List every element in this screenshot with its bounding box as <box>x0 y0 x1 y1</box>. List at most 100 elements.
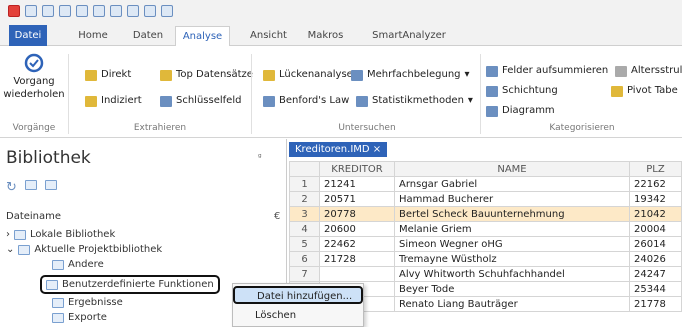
expand-icon[interactable]: › <box>6 228 10 241</box>
table-cell[interactable]: Bertel Scheck Bauunternehmung <box>394 206 630 222</box>
table-cell[interactable]: 22462 <box>319 236 395 252</box>
tree-item-results[interactable]: Ergebnisse <box>52 296 123 309</box>
direct-extract-button[interactable]: Direkt <box>85 68 131 82</box>
column-header-name[interactable]: NAME <box>394 161 630 177</box>
tree-item-exports[interactable]: Exporte <box>52 311 107 324</box>
table-cell[interactable]: Renato Liang Bauträger <box>394 296 630 312</box>
ribbon-separator <box>480 54 481 134</box>
stratify-button[interactable]: Schichtung <box>486 84 558 98</box>
open-library-icon[interactable] <box>44 180 57 190</box>
row-number-cell[interactable]: 6 <box>289 251 320 267</box>
table-row[interactable]: 3 20778 Bertel Scheck Bauunternehmung 21042 <box>289 206 682 222</box>
table-cell[interactable]: 19342 <box>629 191 682 207</box>
table-icon[interactable] <box>110 5 122 17</box>
statistics-button[interactable]: Statistikmethoden ▾ <box>356 94 473 108</box>
row-number-cell[interactable]: 7 <box>289 266 320 282</box>
table-cell[interactable]: Simeon Wegner oHG <box>394 236 630 252</box>
table-cell[interactable]: 21042 <box>629 206 682 222</box>
tab-data[interactable]: Daten <box>129 26 167 46</box>
undo-icon[interactable] <box>42 5 54 17</box>
table-cell[interactable]: 25344 <box>629 281 682 297</box>
table-cell[interactable]: 20778 <box>319 206 395 222</box>
indexed-extract-button[interactable]: Indiziert <box>85 94 142 108</box>
settings-icon[interactable] <box>161 5 173 17</box>
chart-icon[interactable] <box>127 5 139 17</box>
table-cell[interactable]: 24026 <box>629 251 682 267</box>
folder-icon <box>52 312 64 323</box>
export-icon[interactable] <box>93 5 105 17</box>
tree-item-current[interactable]: ⌄ Aktuelle Projektbibliothek <box>6 243 162 256</box>
pivot-button[interactable]: Pivot Tabe <box>611 84 678 98</box>
chart-button[interactable]: Diagramm <box>486 104 555 118</box>
close-icon[interactable]: × <box>373 144 381 155</box>
table-cell[interactable]: 20600 <box>319 221 395 237</box>
column-header-kreditor[interactable]: KREDITOR <box>319 161 395 177</box>
column-header-plz[interactable]: PLZ <box>629 161 682 177</box>
summarize-button[interactable]: Felder aufsummieren <box>486 64 608 78</box>
new-icon[interactable] <box>25 5 37 17</box>
row-number-cell[interactable]: 4 <box>289 221 320 237</box>
sort-icon[interactable] <box>144 5 156 17</box>
row-number-cell[interactable]: 5 <box>289 236 320 252</box>
repeat-label: Vorgang <box>13 76 55 87</box>
add-library-icon[interactable] <box>24 180 37 190</box>
table-cell[interactable] <box>319 266 395 282</box>
tab-file[interactable]: Datei <box>9 25 47 46</box>
tab-smartanalyzer[interactable]: SmartAnalyzer <box>365 26 453 46</box>
tab-view[interactable]: Ansicht <box>246 26 291 46</box>
tab-analysis[interactable]: Analyse <box>175 26 230 47</box>
table-cell[interactable]: Melanie Griem <box>394 221 630 237</box>
tree-item-udf[interactable]: Benutzerdefinierte Funktionen <box>40 275 220 294</box>
table-cell[interactable]: 21778 <box>629 296 682 312</box>
gap-analysis-button[interactable]: Lückenanalyse <box>263 68 353 82</box>
benford-button[interactable]: Benford's Law <box>263 94 349 108</box>
table-cell[interactable]: 24247 <box>629 266 682 282</box>
tree-label-udf: Benutzerdefinierte Funktionen <box>62 279 214 290</box>
repeat-operation-button[interactable]: Vorgang wiederholen <box>3 52 65 100</box>
table-cell[interactable]: Arnsgar Gabriel <box>394 176 630 192</box>
import-icon[interactable] <box>76 5 88 17</box>
table-cell[interactable]: Tremayne Wüstholz <box>394 251 630 267</box>
row-number-cell[interactable]: 2 <box>289 191 320 207</box>
table-cell[interactable]: 22162 <box>629 176 682 192</box>
duplicates-button[interactable]: Mehrfachbelegung ▾ <box>351 68 470 82</box>
tab-macros[interactable]: Makros <box>303 26 348 46</box>
table-row[interactable]: 6 21728 Tremayne Wüstholz 24026 <box>289 251 682 267</box>
top-records-button[interactable]: Top Datensätze <box>160 68 253 82</box>
tree-item-other[interactable]: Andere <box>52 258 104 271</box>
gap-icon <box>263 69 275 81</box>
header-row: KREDITOR NAME PLZ <box>289 161 682 177</box>
table-row[interactable]: 7 Alvy Whitworth Schuhfachhandel 24247 <box>289 266 682 282</box>
table-cell[interactable]: 21241 <box>319 176 395 192</box>
tab-home[interactable]: Home <box>74 26 112 46</box>
table-cell[interactable]: Hammad Bucherer <box>394 191 630 207</box>
row-number-cell[interactable]: 3 <box>289 206 320 222</box>
pin-icon[interactable]: ᵍ <box>258 153 262 163</box>
quick-access-toolbar <box>0 0 682 22</box>
summarize-icon <box>486 65 498 77</box>
table-row[interactable]: 5 22462 Simeon Wegner oHG 26014 <box>289 236 682 252</box>
table-row[interactable]: 1 21241 Arnsgar Gabriel 22162 <box>289 176 682 192</box>
ribbon: Vorgang wiederholen Vorgänge Direkt Top … <box>0 46 682 138</box>
table-cell[interactable]: Beyer Tode <box>394 281 630 297</box>
row-number-cell[interactable]: 1 <box>289 176 320 192</box>
table-row[interactable]: 2 20571 Hammad Bucherer 19342 <box>289 191 682 207</box>
collapse-icon[interactable]: ⌄ <box>6 243 14 256</box>
filename-header[interactable]: Dateiname <box>6 211 61 222</box>
document-tab[interactable]: Kreditoren.IMD × <box>289 142 388 157</box>
menu-item-delete[interactable]: Löschen <box>233 307 363 325</box>
print-icon[interactable] <box>59 5 71 17</box>
table-cell[interactable]: 20571 <box>319 191 395 207</box>
aging-button[interactable]: Altersstrul <box>615 64 682 78</box>
gap-label: Lückenanalyse <box>279 69 353 80</box>
table-cell[interactable]: 26014 <box>629 236 682 252</box>
key-field-button[interactable]: Schlüsselfeld <box>160 94 241 108</box>
table-cell[interactable]: Alvy Whitworth Schuhfachhandel <box>394 266 630 282</box>
refresh-icon[interactable]: ↻ <box>6 180 17 195</box>
menu-item-add-file[interactable]: Datei hinzufügen... <box>233 286 363 304</box>
table-row[interactable]: 4 20600 Melanie Griem 20004 <box>289 221 682 237</box>
tree-item-local[interactable]: › Lokale Bibliothek <box>6 228 115 241</box>
table-cell[interactable]: 20004 <box>629 221 682 237</box>
benford-icon <box>263 95 275 107</box>
table-cell[interactable]: 21728 <box>319 251 395 267</box>
